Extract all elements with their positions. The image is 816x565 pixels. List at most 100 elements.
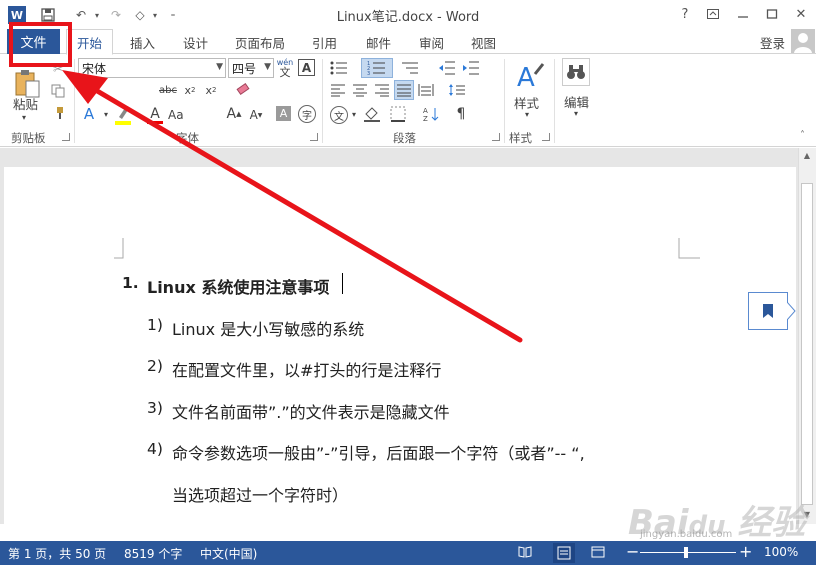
group-separator bbox=[74, 59, 75, 143]
group-separator bbox=[554, 59, 555, 143]
scroll-up-icon[interactable]: ▲ bbox=[801, 151, 813, 163]
align-left-icon[interactable] bbox=[330, 82, 346, 98]
font-color-bar bbox=[147, 120, 163, 124]
styles-dropdown-icon[interactable]: ▾ bbox=[525, 110, 529, 119]
avatar[interactable] bbox=[791, 29, 815, 53]
tab-references[interactable]: 引用 bbox=[312, 33, 337, 52]
align-right-icon[interactable] bbox=[374, 82, 390, 98]
print-layout-icon[interactable] bbox=[553, 543, 575, 563]
show-marks-icon[interactable]: ¶ bbox=[452, 105, 470, 123]
zoom-out-button[interactable]: − bbox=[626, 542, 639, 561]
list-item-number: 3) bbox=[147, 399, 163, 417]
align-center-icon[interactable] bbox=[352, 82, 368, 98]
minimize-icon[interactable] bbox=[732, 5, 754, 23]
copy-icon[interactable] bbox=[50, 83, 66, 99]
list-item[interactable]: 文件名前面带”.”的文件表示是隐藏文件 bbox=[172, 399, 450, 423]
increase-indent-icon[interactable] bbox=[461, 59, 481, 77]
zoom-slider[interactable] bbox=[640, 552, 736, 553]
zoom-in-button[interactable]: + bbox=[739, 542, 752, 561]
borders-icon[interactable] bbox=[388, 105, 408, 123]
shrink-font-icon[interactable]: A ▼ bbox=[248, 107, 264, 123]
font-group-label: 字体 bbox=[176, 131, 199, 145]
shading-icon[interactable] bbox=[362, 105, 382, 123]
tab-review[interactable]: 审阅 bbox=[419, 33, 444, 52]
chinese-layout-dropdown-icon[interactable]: ▾ bbox=[352, 110, 356, 119]
word-window: W ↶ ▾ ↷ ◇ ▾ ₌ Linux笔记.docx - Word ? ✕ 文件… bbox=[0, 0, 816, 565]
font-color-letter: A bbox=[150, 105, 160, 122]
tab-home[interactable]: 开始 bbox=[66, 29, 113, 55]
ribbon-tabs bbox=[0, 28, 816, 54]
list-item-continuation[interactable]: 当选项超过一个字符时） bbox=[172, 482, 348, 506]
justify-icon[interactable] bbox=[394, 80, 414, 100]
format-painter-icon[interactable] bbox=[50, 105, 66, 121]
change-case-button[interactable]: Aa bbox=[168, 108, 184, 122]
font-size-combo[interactable]: 四号 ▼ bbox=[228, 58, 274, 78]
superscript-button[interactable]: x2 bbox=[203, 83, 219, 97]
styles-group-label: 样式 bbox=[509, 131, 532, 145]
bold-button[interactable]: B bbox=[80, 81, 96, 99]
strikethrough-button[interactable]: abc bbox=[158, 83, 178, 97]
list-item[interactable]: 命令参数选项一般由”-”引导，后面跟一个字符（或者”-- “, bbox=[172, 440, 585, 464]
restore-icon[interactable] bbox=[761, 5, 783, 23]
svg-text:A: A bbox=[423, 107, 428, 115]
numbering-icon[interactable]: 123 bbox=[361, 58, 393, 78]
zoom-slider-thumb[interactable] bbox=[684, 547, 688, 558]
sort-icon[interactable]: AZ bbox=[422, 105, 442, 123]
word-count[interactable]: 8519 个字 bbox=[124, 545, 182, 562]
paragraph-launcher-icon[interactable] bbox=[492, 133, 500, 141]
read-mode-icon[interactable] bbox=[518, 546, 532, 561]
enclose-characters-icon[interactable]: 字 bbox=[298, 105, 316, 123]
subscript-button[interactable]: x2 bbox=[182, 83, 198, 97]
help-button[interactable]: ? bbox=[674, 5, 696, 23]
editing-dropdown-icon[interactable]: ▾ bbox=[574, 109, 578, 118]
svg-text:A: A bbox=[517, 63, 535, 90]
list-item[interactable]: 在配置文件里，以#打头的行是注释行 bbox=[172, 357, 441, 381]
text-effects-dropdown-icon[interactable]: ▾ bbox=[102, 110, 110, 119]
heading-text[interactable]: Linux 系统使用注意事项 bbox=[147, 274, 329, 298]
collapse-ribbon-icon[interactable]: ˄ bbox=[800, 130, 805, 141]
web-layout-icon[interactable] bbox=[591, 546, 605, 561]
character-border-icon[interactable]: A bbox=[298, 59, 315, 76]
clear-formatting-icon[interactable] bbox=[234, 82, 252, 98]
distributed-icon[interactable] bbox=[418, 82, 434, 98]
list-item[interactable]: Linux 是大小写敏感的系统 bbox=[172, 316, 364, 340]
font-name-combo[interactable]: 宋体 ▼ bbox=[78, 58, 226, 78]
login-link[interactable]: 登录 bbox=[760, 33, 785, 52]
phonetic-guide-icon[interactable]: wén 文 bbox=[276, 56, 294, 80]
scrollbar-thumb[interactable] bbox=[801, 183, 813, 505]
text-effects-icon[interactable]: A bbox=[80, 105, 98, 123]
grow-font-icon[interactable]: A ▲ bbox=[226, 105, 242, 123]
watermark-url: jingyan.baidu.com bbox=[640, 529, 733, 540]
chevron-down-icon: ▼ bbox=[264, 62, 271, 72]
page-count[interactable]: 第 1 页，共 50 页 bbox=[8, 545, 106, 562]
ribbon-display-options-icon[interactable] bbox=[702, 5, 724, 23]
styles-icon[interactable]: A bbox=[514, 59, 546, 91]
close-icon[interactable]: ✕ bbox=[790, 5, 812, 23]
chinese-layout-icon[interactable]: 文 bbox=[330, 106, 348, 124]
phonetic-char: 文 bbox=[279, 66, 291, 79]
bookmark-pane-button[interactable] bbox=[748, 292, 788, 330]
multilevel-list-icon[interactable] bbox=[396, 59, 424, 77]
zoom-level[interactable]: 100% bbox=[764, 545, 798, 559]
tab-design[interactable]: 设计 bbox=[183, 33, 208, 52]
font-launcher-icon[interactable] bbox=[310, 133, 318, 141]
bullets-icon[interactable] bbox=[328, 59, 350, 77]
line-spacing-icon[interactable] bbox=[447, 82, 467, 98]
character-shading-icon[interactable]: A bbox=[276, 106, 291, 121]
font-color-icon[interactable]: A bbox=[146, 105, 164, 125]
paste-button[interactable]: 粘贴 bbox=[13, 94, 38, 113]
list-item-number: 2) bbox=[147, 357, 163, 375]
tab-page-layout[interactable]: 页面布局 bbox=[235, 33, 285, 52]
tab-view[interactable]: 视图 bbox=[471, 33, 496, 52]
clipboard-launcher-icon[interactable] bbox=[62, 133, 70, 141]
paste-dropdown-icon[interactable]: ▾ bbox=[22, 113, 26, 122]
decrease-indent-icon[interactable] bbox=[437, 59, 457, 77]
find-binoculars-icon[interactable] bbox=[562, 58, 590, 86]
styles-launcher-icon[interactable] bbox=[542, 133, 550, 141]
highlight-icon[interactable] bbox=[114, 105, 132, 125]
language-status[interactable]: 中文(中国) bbox=[200, 545, 257, 562]
list-item-number: 1) bbox=[147, 316, 163, 334]
document-page[interactable] bbox=[4, 167, 796, 524]
tab-insert[interactable]: 插入 bbox=[130, 33, 155, 52]
tab-mailings[interactable]: 邮件 bbox=[366, 33, 391, 52]
